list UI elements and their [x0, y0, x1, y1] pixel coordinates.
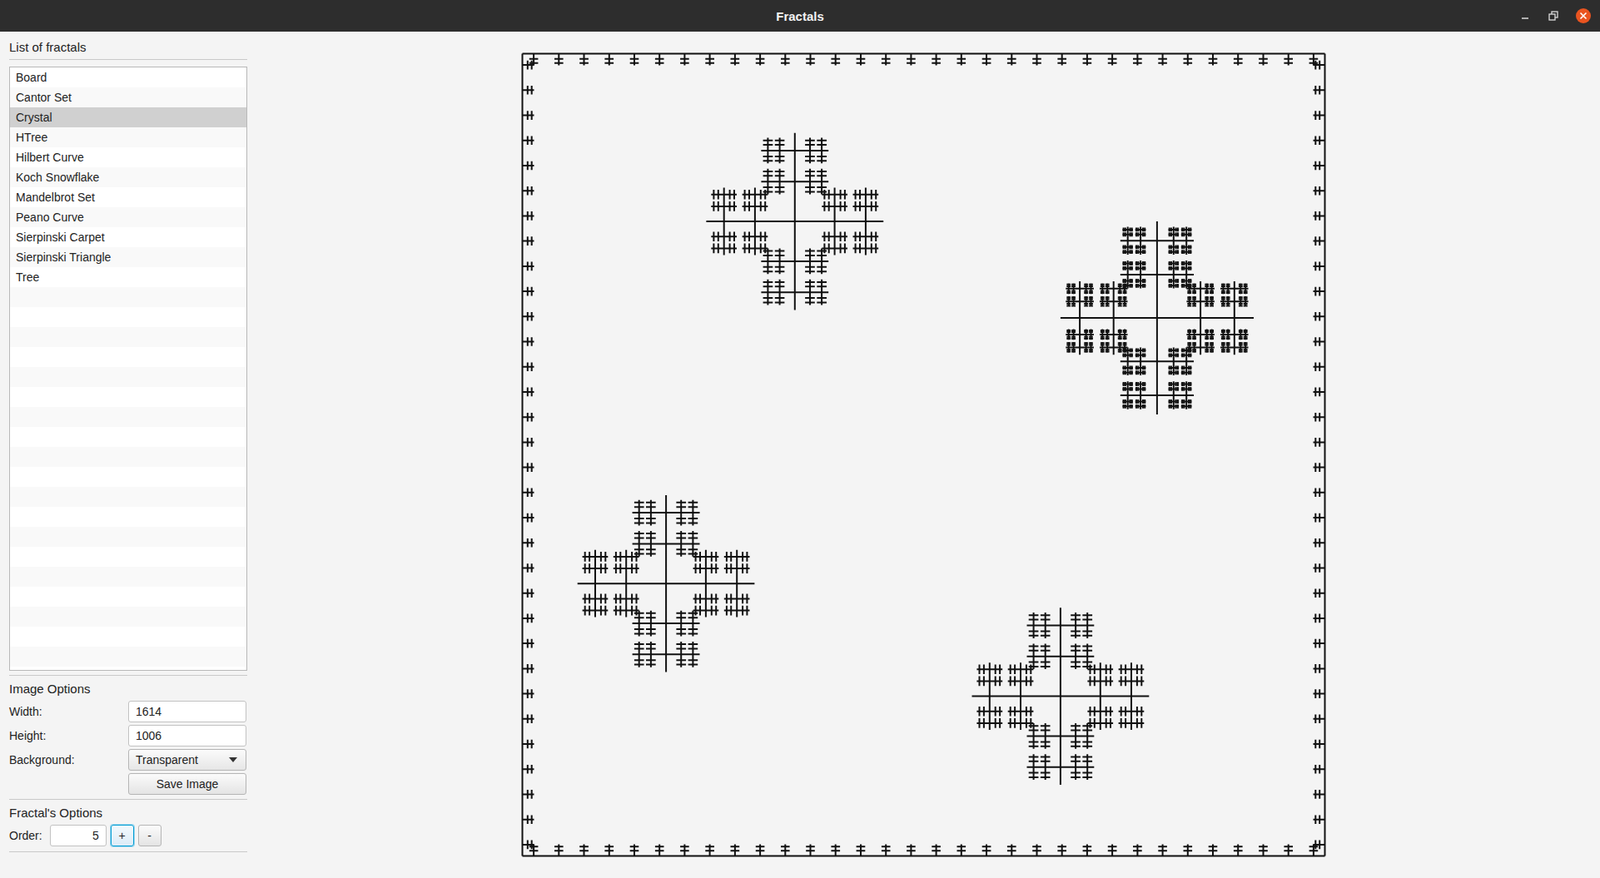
- empty-list-row: [9, 526, 247, 547]
- image-options-title: Image Options: [9, 675, 248, 701]
- fractal-options-title: Fractal's Options: [9, 799, 248, 825]
- order-label: Order:: [9, 829, 43, 843]
- fractal-canvas: [521, 52, 1327, 858]
- order-button[interactable]: -: [138, 824, 162, 847]
- empty-list-row: [9, 307, 247, 328]
- fractal-list[interactable]: BoardCantor SetCrystalHTreeHilbert Curve…: [9, 66, 248, 671]
- empty-list-row: [9, 347, 247, 368]
- app-window: Fractals List of fractals BoardCantor SetC…: [0, 0, 1600, 878]
- empty-list-row: [9, 566, 247, 587]
- empty-list-row: [9, 546, 247, 567]
- fractal-list-item[interactable]: Crystal: [9, 107, 247, 128]
- empty-list-row: [9, 486, 247, 507]
- empty-list-row: [9, 447, 247, 468]
- fractal-list-item[interactable]: Hilbert Curve: [9, 147, 247, 168]
- minimize-icon[interactable]: [1518, 9, 1532, 23]
- image-options-form: Width:1614 Height:1006 Background: Transpar…: [9, 700, 248, 796]
- text-field[interactable]: 1614: [128, 700, 247, 723]
- fractal-list-item[interactable]: Sierpinski Carpet: [9, 227, 247, 248]
- background-label: Background:: [9, 753, 129, 767]
- empty-list-row: [9, 287, 247, 308]
- fractal-options: Fractal's Options Order: 5+-: [9, 799, 248, 853]
- empty-list-row: [9, 367, 247, 388]
- canvas-area: [247, 31, 1600, 878]
- crystal-fractal: [522, 54, 1326, 857]
- fractal-list-item[interactable]: Peano Curve: [9, 207, 247, 228]
- empty-list-row: [9, 387, 247, 408]
- order-button[interactable]: +: [110, 824, 135, 847]
- empty-list-row: [9, 327, 247, 348]
- fractal-list-item[interactable]: HTree: [9, 127, 247, 148]
- background-dropdown[interactable]: Transparent: [128, 749, 247, 771]
- fractal-list-item[interactable]: Board: [9, 67, 247, 88]
- empty-list-row: [9, 606, 247, 627]
- empty-list-row: [9, 586, 247, 607]
- save-image-button[interactable]: Save Image: [128, 773, 247, 796]
- empty-list-row: [9, 646, 247, 667]
- image-options: Image Options Width:1614 Height:1006 Backgr…: [9, 675, 248, 796]
- empty-list-row: [9, 427, 247, 448]
- background-value: Transparent: [135, 753, 199, 767]
- field-label: Width:: [9, 705, 129, 719]
- close-icon[interactable]: [1575, 7, 1592, 25]
- empty-list-row: [9, 626, 247, 647]
- fractal-list-item[interactable]: Sierpinski Triangle: [9, 247, 247, 268]
- order-row: Order: 5+-: [9, 824, 248, 847]
- fractal-list-item[interactable]: Cantor Set: [9, 87, 247, 108]
- empty-list-row: [9, 506, 247, 527]
- window-controls: [1518, 7, 1592, 25]
- fractal-list-item[interactable]: Koch Snowflake: [9, 167, 247, 188]
- empty-list-row: [9, 467, 247, 487]
- empty-list-row: [9, 407, 247, 428]
- field-label: Height:: [9, 729, 129, 743]
- fractal-list-item[interactable]: Mandelbrot Set: [9, 187, 247, 208]
- text-field[interactable]: 1006: [128, 725, 247, 747]
- window-title: Fractals: [775, 9, 825, 24]
- dropdown-arrow-icon: [228, 757, 238, 763]
- fractal-list-title: List of fractals: [9, 31, 248, 60]
- maximize-icon[interactable]: [1546, 9, 1561, 23]
- order-field[interactable]: 5: [49, 824, 107, 847]
- main-area: List of fractals BoardCantor SetCrystalHT…: [0, 31, 1600, 878]
- sidebar: List of fractals BoardCantor SetCrystalHT…: [0, 31, 248, 878]
- fractal-list-item[interactable]: Tree: [9, 267, 247, 288]
- title-bar: Fractals: [0, 0, 1600, 32]
